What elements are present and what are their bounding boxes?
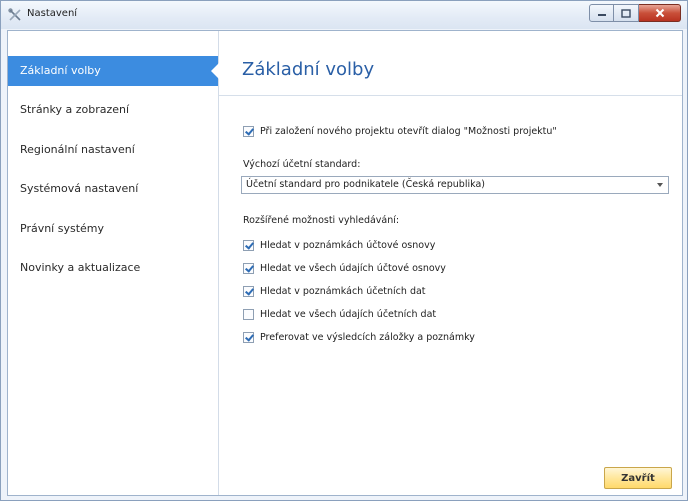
maximize-button[interactable] bbox=[614, 4, 639, 22]
sidebar-item-stranky-a-zobrazeni[interactable]: Stránky a zobrazení bbox=[8, 95, 218, 125]
search-option-checkbox[interactable]: Hledat ve všech údajích účetních dat bbox=[243, 306, 436, 322]
checkbox-box[interactable] bbox=[243, 239, 254, 251]
sidebar-item-label: Základní volby bbox=[20, 64, 101, 77]
accounting-standard-select[interactable]: Účetní standard pro podnikatele (Česká r… bbox=[241, 176, 669, 194]
settings-window: Nastavení Základní volby Stránky a zobra… bbox=[0, 0, 688, 501]
maximize-icon bbox=[621, 8, 631, 18]
close-icon bbox=[655, 8, 664, 18]
checkbox-label: Hledat v poznámkách účetních dat bbox=[260, 285, 426, 297]
settings-panel: Základní volby Při založení nového proje… bbox=[219, 31, 682, 495]
sidebar-item-systemova-nastaveni[interactable]: Systémová nastavení bbox=[8, 174, 218, 204]
checkbox-label: Preferovat ve výsledcích záložky a pozná… bbox=[260, 331, 475, 343]
dialog-content: Základní volby Stránky a zobrazení Regio… bbox=[7, 30, 683, 496]
sidebar-item-regionalni-nastaveni[interactable]: Regionální nastavení bbox=[8, 135, 218, 165]
minimize-button[interactable] bbox=[589, 4, 614, 22]
chevron-down-icon[interactable] bbox=[657, 183, 663, 187]
checkbox-box[interactable] bbox=[243, 125, 254, 137]
search-option-checkbox[interactable]: Hledat v poznámkách účetních dat bbox=[243, 283, 426, 299]
settings-sidebar: Základní volby Stránky a zobrazení Regio… bbox=[8, 31, 219, 495]
checkbox-box[interactable] bbox=[243, 262, 254, 274]
title-divider bbox=[219, 95, 682, 96]
sidebar-item-zakladni-volby[interactable]: Základní volby bbox=[8, 56, 219, 86]
select-value: Účetní standard pro podnikatele (Česká r… bbox=[246, 179, 485, 190]
checkbox-box[interactable] bbox=[243, 331, 254, 343]
checkbox-label: Hledat ve všech údajích účetních dat bbox=[260, 308, 437, 320]
checkbox-box[interactable] bbox=[243, 285, 254, 297]
search-option-checkbox[interactable]: Preferovat ve výsledcích záložky a pozná… bbox=[243, 329, 475, 345]
search-option-checkbox[interactable]: Hledat v poznámkách účtové osnovy bbox=[243, 237, 435, 253]
sidebar-item-label: Právní systémy bbox=[20, 222, 105, 235]
checkbox-label: Při založení nového projektu otevřít dia… bbox=[260, 125, 557, 137]
sidebar-item-label: Regionální nastavení bbox=[20, 143, 135, 156]
close-window-button[interactable] bbox=[639, 4, 681, 22]
checkbox-label: Hledat ve všech údajích účtové osnovy bbox=[260, 262, 446, 274]
search-options-label: Rozšířené možnosti vyhledávání: bbox=[243, 215, 400, 226]
sidebar-item-pravni-systemy[interactable]: Právní systémy bbox=[8, 214, 218, 244]
sidebar-item-label: Novinky a aktualizace bbox=[20, 261, 141, 274]
sidebar-item-label: Stránky a zobrazení bbox=[20, 103, 130, 116]
window-controls bbox=[589, 4, 681, 22]
checkbox-label: Hledat v poznámkách účtové osnovy bbox=[260, 239, 436, 251]
close-button[interactable]: Zavřít bbox=[604, 467, 672, 489]
settings-tools-icon bbox=[8, 8, 21, 21]
search-option-checkbox[interactable]: Hledat ve všech údajích účtové osnovy bbox=[243, 260, 446, 276]
open-project-options-checkbox[interactable]: Při založení nového projektu otevřít dia… bbox=[243, 123, 557, 139]
sidebar-item-novinky-a-aktualizace[interactable]: Novinky a aktualizace bbox=[8, 253, 218, 283]
page-title: Základní volby bbox=[242, 59, 375, 80]
active-pointer-icon bbox=[211, 63, 219, 79]
checkbox-box[interactable] bbox=[243, 308, 254, 320]
minimize-icon bbox=[597, 14, 606, 16]
standard-label: Výchozí účetní standard: bbox=[243, 159, 361, 170]
window-title: Nastavení bbox=[27, 8, 78, 19]
sidebar-item-label: Systémová nastavení bbox=[20, 182, 139, 195]
title-bar[interactable]: Nastavení bbox=[1, 1, 687, 29]
